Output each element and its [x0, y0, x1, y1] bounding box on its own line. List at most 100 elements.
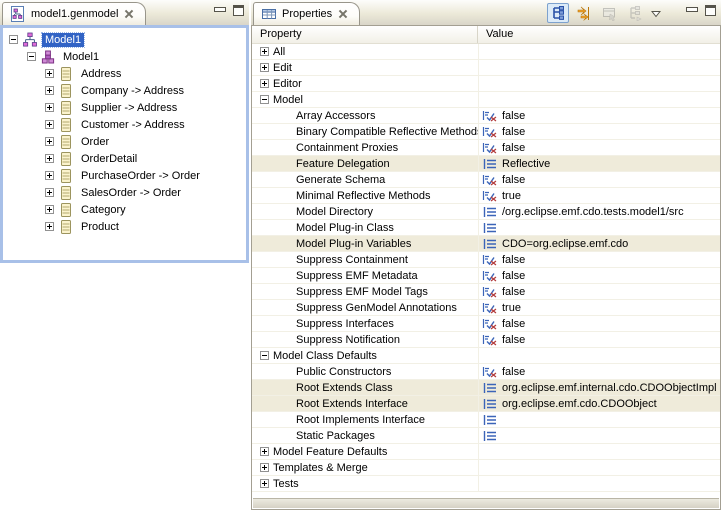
property-row[interactable]: Minimal Reflective Methodstrue [252, 188, 720, 204]
properties-tab[interactable]: Properties [253, 2, 360, 25]
property-value-cell[interactable] [478, 76, 720, 91]
tree-item-label[interactable]: Order [78, 135, 112, 149]
property-name-cell[interactable]: Model Plug-in Class [252, 220, 478, 235]
property-value-cell[interactable]: false [478, 268, 720, 283]
property-name-cell[interactable]: Root Extends Class [252, 380, 478, 395]
expander-minus-icon[interactable] [27, 52, 36, 61]
property-name-cell[interactable]: Suppress Notification [252, 332, 478, 347]
property-value-cell[interactable]: true [478, 188, 720, 203]
property-row[interactable]: Edit [252, 60, 720, 76]
restore-default-value-button[interactable] [599, 3, 621, 23]
tree-item-label[interactable]: Address [78, 67, 124, 81]
show-advanced-properties-button[interactable] [573, 3, 595, 23]
property-row[interactable]: Array Accessorsfalse [252, 108, 720, 124]
property-row[interactable]: Suppress EMF Model Tagsfalse [252, 284, 720, 300]
property-value-cell[interactable] [478, 412, 720, 427]
property-name-cell[interactable]: Editor [252, 76, 478, 91]
property-row[interactable]: Tests [252, 476, 720, 492]
expander-minus-icon[interactable] [260, 95, 269, 104]
property-row[interactable]: Model Class Defaults [252, 348, 720, 364]
property-name-cell[interactable]: Containment Proxies [252, 140, 478, 155]
view-menu-button[interactable] [651, 9, 661, 17]
property-value-cell[interactable]: false [478, 316, 720, 331]
property-name-cell[interactable]: Minimal Reflective Methods [252, 188, 478, 203]
tree-item-label[interactable]: Company -> Address [78, 84, 187, 98]
expander-plus-icon[interactable] [45, 103, 54, 112]
tree-item-label[interactable]: Category [78, 203, 129, 217]
property-name-cell[interactable]: Suppress Interfaces [252, 316, 478, 331]
expander-plus-icon[interactable] [260, 479, 269, 488]
property-value-cell[interactable]: false [478, 140, 720, 155]
property-row[interactable]: Model Plug-in Class [252, 220, 720, 236]
property-row[interactable]: Suppress Containmentfalse [252, 252, 720, 268]
tree-item-label[interactable]: Model1 [42, 33, 84, 47]
property-name-cell[interactable]: Model [252, 92, 478, 107]
editor-minimize-button[interactable] [214, 6, 225, 15]
expander-plus-icon[interactable] [45, 69, 54, 78]
property-value-cell[interactable] [478, 428, 720, 443]
property-value-cell[interactable]: Reflective [478, 156, 720, 171]
property-row[interactable]: Containment Proxiesfalse [252, 140, 720, 156]
tree-item-label[interactable]: OrderDetail [78, 152, 140, 166]
property-name-cell[interactable]: Model Feature Defaults [252, 444, 478, 459]
tree-row[interactable]: Supplier -> Address [5, 99, 246, 116]
property-value-cell[interactable] [478, 460, 720, 475]
property-row[interactable]: Model [252, 92, 720, 108]
tree-row[interactable]: Company -> Address [5, 82, 246, 99]
property-value-cell[interactable]: false [478, 252, 720, 267]
expander-plus-icon[interactable] [45, 171, 54, 180]
property-value-cell[interactable] [478, 348, 720, 363]
property-row[interactable]: Editor [252, 76, 720, 92]
tree-row[interactable]: Category [5, 201, 246, 218]
expander-plus-icon[interactable] [45, 205, 54, 214]
property-row[interactable]: Suppress Interfacesfalse [252, 316, 720, 332]
property-value-cell[interactable]: false [478, 108, 720, 123]
tree-item-label[interactable]: PurchaseOrder -> Order [78, 169, 203, 183]
expander-plus-icon[interactable] [45, 86, 54, 95]
property-row[interactable]: Binary Compatible Reflective Methodsfals… [252, 124, 720, 140]
property-row[interactable]: Suppress EMF Metadatafalse [252, 268, 720, 284]
property-value-cell[interactable] [478, 44, 720, 59]
tree-mode-button[interactable] [547, 3, 569, 23]
tree-item-label[interactable]: SalesOrder -> Order [78, 186, 184, 200]
tree-row[interactable]: Product [5, 218, 246, 235]
expander-plus-icon[interactable] [260, 79, 269, 88]
tree-item-label[interactable]: Model1 [60, 50, 102, 64]
tree-row[interactable]: Customer -> Address [5, 116, 246, 133]
tree-row[interactable]: Address [5, 65, 246, 82]
property-value-cell[interactable]: CDO=org.eclipse.emf.cdo [478, 236, 720, 251]
property-row[interactable]: Model Feature Defaults [252, 444, 720, 460]
expander-plus-icon[interactable] [260, 47, 269, 56]
property-name-cell[interactable]: Array Accessors [252, 108, 478, 123]
editor-tab[interactable]: model1.genmodel [2, 2, 146, 25]
expander-plus-icon[interactable] [260, 447, 269, 456]
column-header-property[interactable]: Property [252, 26, 478, 43]
property-value-cell[interactable] [478, 476, 720, 491]
property-name-cell[interactable]: Model Plug-in Variables [252, 236, 478, 251]
expander-plus-icon[interactable] [260, 63, 269, 72]
tree-item-label[interactable]: Customer -> Address [78, 118, 188, 132]
properties-tab-close-icon[interactable] [337, 8, 349, 20]
tree-row[interactable]: SalesOrder -> Order [5, 184, 246, 201]
property-name-cell[interactable]: Root Implements Interface [252, 412, 478, 427]
property-value-cell[interactable]: false [478, 332, 720, 347]
expander-plus-icon[interactable] [45, 137, 54, 146]
expander-plus-icon[interactable] [260, 463, 269, 472]
property-value-cell[interactable] [478, 444, 720, 459]
property-value-cell[interactable]: false [478, 284, 720, 299]
tree-row[interactable]: PurchaseOrder -> Order [5, 167, 246, 184]
property-row[interactable]: Public Constructorsfalse [252, 364, 720, 380]
property-value-cell[interactable] [478, 220, 720, 235]
property-value-cell[interactable]: org.eclipse.emf.cdo.CDOObject [478, 396, 720, 411]
property-row[interactable]: Model Directory/org.eclipse.emf.cdo.test… [252, 204, 720, 220]
property-name-cell[interactable]: Generate Schema [252, 172, 478, 187]
property-value-cell[interactable]: false [478, 124, 720, 139]
show-categories-button[interactable] [625, 3, 647, 23]
property-value-cell[interactable]: false [478, 172, 720, 187]
expander-minus-icon[interactable] [260, 351, 269, 360]
tree-row[interactable]: Model1 [5, 31, 246, 48]
tree-row[interactable]: OrderDetail [5, 150, 246, 167]
expander-plus-icon[interactable] [45, 188, 54, 197]
column-header-value[interactable]: Value [478, 26, 720, 43]
horizontal-scrollbar[interactable] [253, 498, 719, 508]
